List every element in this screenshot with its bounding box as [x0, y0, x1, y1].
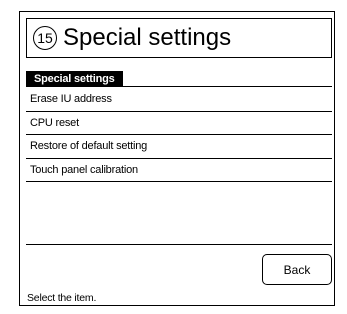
page-title: Special settings	[63, 24, 232, 51]
menu-item-restore-default-setting[interactable]: Restore of default setting	[26, 135, 332, 159]
panel-divider	[26, 86, 332, 87]
back-button[interactable]: Back	[262, 254, 332, 285]
settings-menu: Erase IU address CPU reset Restore of de…	[26, 88, 332, 182]
menu-item-touch-panel-calibration[interactable]: Touch panel calibration	[26, 159, 332, 182]
empty-menu-row	[26, 221, 332, 245]
status-message: Select the item.	[27, 292, 97, 304]
panel-tab: Special settings	[26, 71, 123, 87]
menu-item-erase-iu-address[interactable]: Erase IU address	[26, 88, 332, 112]
title-bar: 15 Special settings	[26, 18, 332, 58]
menu-item-cpu-reset[interactable]: CPU reset	[26, 112, 332, 135]
step-number-badge: 15	[33, 26, 57, 50]
